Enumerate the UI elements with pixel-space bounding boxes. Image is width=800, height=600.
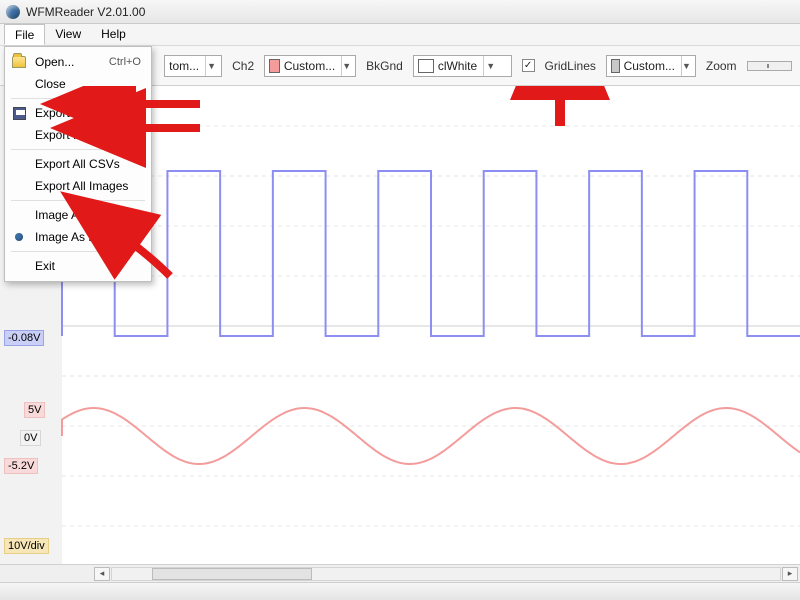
ch2-color-select[interactable]: Custom... ▼ bbox=[264, 55, 356, 77]
menu-file-dropdown: Open... Ctrl+O Close Export CSV Export I… bbox=[4, 46, 152, 282]
ch2-select-text: Custom... bbox=[284, 59, 335, 73]
folder-open-icon bbox=[12, 56, 26, 68]
menubar: File View Help bbox=[0, 24, 800, 46]
menu-export-all-images[interactable]: Export All Images bbox=[5, 175, 151, 197]
ch2-label: Ch2 bbox=[232, 59, 254, 73]
menu-open[interactable]: Open... Ctrl+O bbox=[5, 51, 151, 73]
gridlines-label: GridLines bbox=[545, 59, 596, 73]
chevron-down-icon: ▼ bbox=[483, 56, 497, 76]
menu-open-kbd: Ctrl+O bbox=[109, 56, 141, 68]
zoom-slider[interactable] bbox=[747, 61, 792, 71]
menu-export-csv[interactable]: Export CSV bbox=[5, 102, 151, 124]
bkgnd-color-select[interactable]: clWhite ▼ bbox=[413, 55, 512, 77]
menu-image-as-jpg[interactable]: Image As JPG bbox=[5, 204, 151, 226]
menu-export-csv-label: Export CSV bbox=[35, 106, 141, 120]
gridlines-checkbox[interactable]: ✓ bbox=[522, 59, 535, 72]
misc-select-text: Custom... bbox=[624, 59, 675, 73]
dot-icon bbox=[15, 233, 23, 241]
menu-export-image-label: Export Image bbox=[35, 128, 141, 142]
menu-help[interactable]: Help bbox=[91, 24, 136, 45]
menu-file[interactable]: File bbox=[4, 24, 45, 45]
ch2-lo-label: -5.2V bbox=[4, 458, 38, 474]
misc-color-select[interactable]: Custom... ▼ bbox=[606, 55, 696, 77]
menu-export-all-images-label: Export All Images bbox=[35, 179, 141, 193]
ch1-ref-label: -0.08V bbox=[4, 330, 44, 346]
save-icon bbox=[13, 107, 26, 120]
menu-close-label: Close bbox=[35, 77, 141, 91]
chevron-down-icon: ▼ bbox=[681, 56, 691, 76]
menu-view[interactable]: View bbox=[45, 24, 91, 45]
bkgnd-label: BkGnd bbox=[366, 59, 403, 73]
scroll-right-button[interactable]: ▸ bbox=[782, 567, 798, 581]
bkgnd-select-text: clWhite bbox=[438, 59, 477, 73]
ch2-color-swatch bbox=[269, 59, 280, 73]
scroll-track[interactable] bbox=[111, 567, 781, 581]
menu-close[interactable]: Close bbox=[5, 73, 151, 95]
menu-export-image[interactable]: Export Image bbox=[5, 124, 151, 146]
menu-image-as-jpg-label: Image As JPG bbox=[35, 208, 141, 222]
zoom-label: Zoom bbox=[706, 59, 737, 73]
menu-image-as-png[interactable]: Image As PNG bbox=[5, 226, 151, 248]
menu-file-label: File bbox=[15, 28, 34, 42]
bkgnd-color-swatch bbox=[418, 59, 434, 73]
chevron-down-icon: ▼ bbox=[205, 56, 217, 76]
menu-help-label: Help bbox=[101, 27, 126, 41]
menu-exit-label: Exit bbox=[35, 259, 141, 273]
menu-image-as-png-label: Image As PNG bbox=[35, 230, 141, 244]
menu-export-all-csvs-label: Export All CSVs bbox=[35, 157, 141, 171]
misc-color-swatch bbox=[611, 59, 620, 73]
ch2-zero-label: 0V bbox=[20, 430, 41, 446]
horizontal-scrollbar[interactable]: ◂ ▸ bbox=[0, 564, 800, 582]
menu-view-label: View bbox=[55, 27, 81, 41]
menu-open-label: Open... bbox=[35, 55, 101, 69]
menu-exit[interactable]: Exit bbox=[5, 255, 151, 277]
ch2-hi-label: 5V bbox=[24, 402, 45, 418]
scroll-left-button[interactable]: ◂ bbox=[94, 567, 110, 581]
app-title: WFMReader V2.01.00 bbox=[26, 5, 145, 19]
scroll-thumb[interactable] bbox=[152, 568, 312, 580]
ydiv-label: 10V/div bbox=[4, 538, 49, 554]
ch1-color-select[interactable]: tom... ▼ bbox=[164, 55, 222, 77]
titlebar: WFMReader V2.01.00 bbox=[0, 0, 800, 24]
statusbar bbox=[0, 582, 800, 600]
menu-export-all-csvs[interactable]: Export All CSVs bbox=[5, 153, 151, 175]
chevron-down-icon: ▼ bbox=[341, 56, 351, 76]
ch1-select-text: tom... bbox=[169, 59, 199, 73]
app-icon bbox=[6, 5, 20, 19]
